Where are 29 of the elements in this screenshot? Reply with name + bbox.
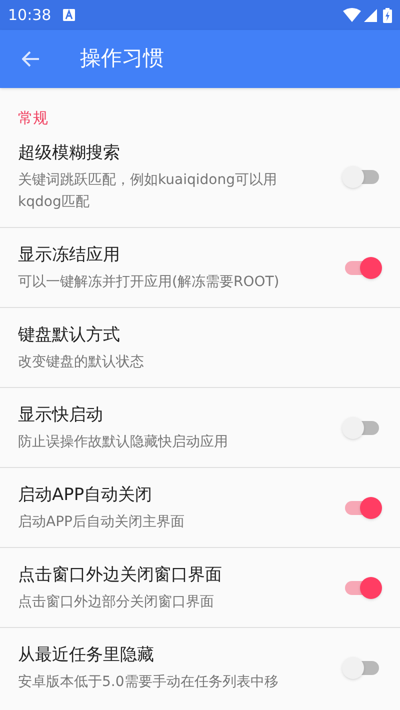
signal-icon — [364, 8, 377, 22]
setting-summary: 启动APP后自动关闭主界面 — [18, 513, 186, 532]
status-time: 10:38 — [8, 4, 52, 26]
section-header: 常规 — [18, 109, 48, 127]
setting-title: 超级模糊搜索 — [18, 142, 121, 165]
setting-summary: 可以一键解冻并打开应用(解冻需要ROOT) — [18, 273, 280, 292]
setting-summary: 点击窗口外边部分关闭窗口界面 — [18, 593, 215, 612]
wifi-icon — [343, 8, 361, 22]
setting-title: 从最近任务里隐藏 — [18, 644, 155, 667]
setting-row[interactable]: 点击窗口外边关闭窗口界面 点击窗口外边部分关闭窗口界面 — [0, 547, 400, 627]
screen-title: 操作习惯 — [80, 45, 164, 72]
setting-row[interactable]: 启动APP自动关闭 启动APP后自动关闭主界面 — [0, 467, 400, 547]
setting-summary: 安卓版本低于5.0需要手动在任务列表中移 — [18, 673, 280, 692]
setting-row[interactable]: 从最近任务里隐藏 安卓版本低于5.0需要手动在任务列表中移 — [0, 627, 400, 707]
battery-icon — [383, 8, 392, 22]
setting-title: 键盘默认方式 — [18, 324, 121, 347]
setting-row[interactable]: 键盘默认方式 改变键盘的默认状态 — [0, 307, 400, 387]
setting-title: 点击窗口外边关闭窗口界面 — [18, 564, 223, 587]
setting-summary: 改变键盘的默认状态 — [18, 353, 145, 372]
setting-row[interactable]: 显示快启动 防止误操作故默认隐藏快启动应用 — [0, 387, 400, 467]
back-arrow-icon — [22, 51, 40, 67]
setting-summary: 关键词跳跃匹配，例如kuaiqidong可以用kqdog匹配 — [18, 171, 278, 212]
setting-summary: 防止误操作故默认隐藏快启动应用 — [18, 433, 229, 452]
setting-row[interactable]: 超级模糊搜索 关键词跳跃匹配，例如kuaiqidong可以用kqdog匹配 — [0, 136, 400, 227]
setting-title: 显示冻结应用 — [18, 244, 121, 267]
keyboard-notification-icon — [63, 9, 76, 21]
setting-title: 启动APP自动关闭 — [18, 484, 154, 507]
setting-title: 显示快启动 — [18, 404, 104, 427]
setting-row[interactable]: 显示冻结应用 可以一键解冻并打开应用(解冻需要ROOT) — [0, 227, 400, 307]
